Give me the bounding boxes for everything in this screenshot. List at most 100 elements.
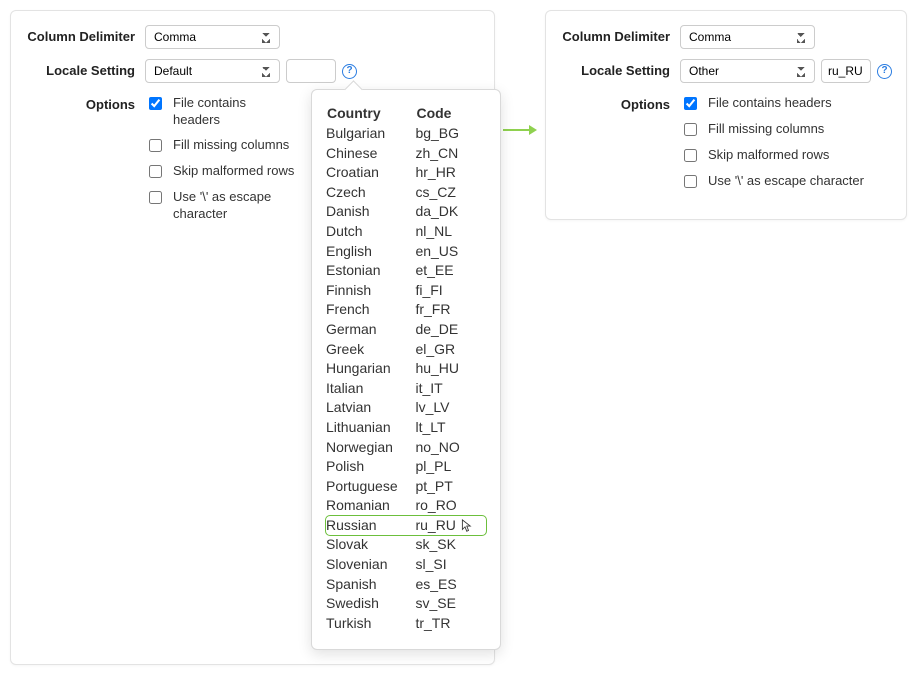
locale-code-cell: no_NO bbox=[415, 438, 486, 458]
locale-code-cell: lv_LV bbox=[415, 398, 486, 418]
locale-code-cell: ro_RO bbox=[415, 496, 486, 516]
locale-code-cell: sl_SI bbox=[415, 555, 486, 575]
file-contains-headers-checkbox[interactable] bbox=[684, 97, 697, 110]
skip-malformed-rows-checkbox[interactable] bbox=[149, 165, 162, 178]
locale-row[interactable]: Frenchfr_FR bbox=[326, 300, 486, 320]
column-delimiter-label: Column Delimiter bbox=[560, 25, 680, 44]
locale-row[interactable]: Sloveniansl_SI bbox=[326, 555, 486, 575]
locale-country-cell: Estonian bbox=[326, 261, 415, 281]
locale-row[interactable]: Germande_DE bbox=[326, 320, 486, 340]
locale-country-cell: Portuguese bbox=[326, 477, 415, 497]
locale-country-cell: Romanian bbox=[326, 496, 415, 516]
locale-code-cell: zh_CN bbox=[415, 144, 486, 164]
locale-row[interactable]: Turkishtr_TR bbox=[326, 614, 486, 634]
locale-country-cell: Chinese bbox=[326, 144, 415, 164]
locale-row[interactable]: Danishda_DK bbox=[326, 202, 486, 222]
locale-row[interactable]: Portuguesept_PT bbox=[326, 477, 486, 497]
locale-code-cell: fi_FI bbox=[415, 281, 486, 301]
locale-code-input[interactable] bbox=[286, 59, 336, 83]
locale-row[interactable]: Spanishes_ES bbox=[326, 575, 486, 595]
locale-row[interactable]: Chinesezh_CN bbox=[326, 144, 486, 164]
cursor-icon bbox=[458, 518, 472, 534]
locale-country-cell: Finnish bbox=[326, 281, 415, 301]
fill-missing-columns-checkbox[interactable] bbox=[684, 123, 697, 136]
locale-country-cell: Latvian bbox=[326, 398, 415, 418]
locale-code-cell: da_DK bbox=[415, 202, 486, 222]
column-delimiter-label: Column Delimiter bbox=[25, 25, 145, 44]
locale-code-cell: tr_TR bbox=[415, 614, 486, 634]
locale-code-cell: it_IT bbox=[415, 379, 486, 399]
locale-country-cell: Norwegian bbox=[326, 438, 415, 458]
locale-row[interactable]: Lithuanianlt_LT bbox=[326, 418, 486, 438]
use-escape-char-label: Use '\' as escape character bbox=[708, 173, 864, 190]
locale-country-cell: Slovenian bbox=[326, 555, 415, 575]
fill-missing-columns-label: Fill missing columns bbox=[173, 137, 289, 154]
locale-row[interactable]: Latvianlv_LV bbox=[326, 398, 486, 418]
locale-row[interactable]: Finnishfi_FI bbox=[326, 281, 486, 301]
transition-arrow-icon bbox=[503, 110, 537, 150]
locale-country-cell: Bulgarian bbox=[326, 124, 415, 144]
locale-code-cell: es_ES bbox=[415, 575, 486, 595]
locale-code-cell: el_GR bbox=[415, 340, 486, 360]
locale-country-cell: Greek bbox=[326, 340, 415, 360]
locale-country-cell: Spanish bbox=[326, 575, 415, 595]
column-delimiter-select[interactable]: Comma bbox=[145, 25, 280, 49]
locale-code-cell: et_EE bbox=[415, 261, 486, 281]
use-escape-char-checkbox[interactable] bbox=[684, 175, 697, 188]
locale-row[interactable]: Hungarianhu_HU bbox=[326, 359, 486, 379]
locale-country-cell: French bbox=[326, 300, 415, 320]
locale-row[interactable]: Greekel_GR bbox=[326, 340, 486, 360]
locale-country-cell: Swedish bbox=[326, 594, 415, 614]
locale-row[interactable]: Italianit_IT bbox=[326, 379, 486, 399]
locale-row[interactable]: Norwegianno_NO bbox=[326, 438, 486, 458]
locale-row[interactable]: Estonianet_EE bbox=[326, 261, 486, 281]
locale-code-cell: pt_PT bbox=[415, 477, 486, 497]
locale-code-cell: ru_RU bbox=[415, 516, 486, 536]
help-icon[interactable]: ? bbox=[877, 64, 892, 79]
locale-code-cell: sk_SK bbox=[415, 535, 486, 555]
locale-code-cell: fr_FR bbox=[415, 300, 486, 320]
locale-code-input[interactable] bbox=[821, 59, 871, 83]
locale-row[interactable]: Russianru_RU bbox=[326, 516, 486, 536]
locale-country-cell: Russian bbox=[326, 516, 415, 536]
locale-code-cell: de_DE bbox=[415, 320, 486, 340]
file-contains-headers-label: File contains headers bbox=[173, 95, 295, 129]
locale-country-cell: Turkish bbox=[326, 614, 415, 634]
locale-help-popup: Country Code Bulgarianbg_BGChinesezh_CNC… bbox=[311, 89, 501, 650]
file-contains-headers-checkbox[interactable] bbox=[149, 97, 162, 110]
skip-malformed-rows-label: Skip malformed rows bbox=[173, 163, 294, 180]
locale-row[interactable]: Czechcs_CZ bbox=[326, 183, 486, 203]
locale-setting-select[interactable]: Default bbox=[145, 59, 280, 83]
help-icon[interactable]: ? bbox=[342, 64, 357, 79]
locale-code-cell: hr_HR bbox=[415, 163, 486, 183]
locale-row[interactable]: Englishen_US bbox=[326, 242, 486, 262]
locale-country-cell: Lithuanian bbox=[326, 418, 415, 438]
locale-code-cell: cs_CZ bbox=[415, 183, 486, 203]
locale-table-header-code: Code bbox=[415, 104, 486, 124]
locale-table-header-country: Country bbox=[326, 104, 415, 124]
fill-missing-columns-checkbox[interactable] bbox=[149, 139, 162, 152]
locale-row[interactable]: Bulgarianbg_BG bbox=[326, 124, 486, 144]
use-escape-char-checkbox[interactable] bbox=[149, 191, 162, 204]
locale-setting-select[interactable]: Other bbox=[680, 59, 815, 83]
use-escape-char-label: Use '\' as escape character bbox=[173, 189, 295, 223]
locale-code-cell: hu_HU bbox=[415, 359, 486, 379]
locale-row[interactable]: Polishpl_PL bbox=[326, 457, 486, 477]
skip-malformed-rows-checkbox[interactable] bbox=[684, 149, 697, 162]
locale-code-cell: pl_PL bbox=[415, 457, 486, 477]
fill-missing-columns-label: Fill missing columns bbox=[708, 121, 824, 138]
options-label: Options bbox=[25, 93, 145, 112]
locale-row[interactable]: Swedishsv_SE bbox=[326, 594, 486, 614]
locale-row[interactable]: Slovaksk_SK bbox=[326, 535, 486, 555]
locale-country-cell: Italian bbox=[326, 379, 415, 399]
locale-country-cell: English bbox=[326, 242, 415, 262]
locale-country-cell: Hungarian bbox=[326, 359, 415, 379]
locale-setting-label: Locale Setting bbox=[25, 59, 145, 78]
locale-country-cell: Dutch bbox=[326, 222, 415, 242]
locale-row[interactable]: Dutchnl_NL bbox=[326, 222, 486, 242]
column-delimiter-select[interactable]: Comma bbox=[680, 25, 815, 49]
locale-row[interactable]: Croatianhr_HR bbox=[326, 163, 486, 183]
file-contains-headers-label: File contains headers bbox=[708, 95, 832, 112]
locale-row[interactable]: Romanianro_RO bbox=[326, 496, 486, 516]
options-label: Options bbox=[560, 93, 680, 112]
